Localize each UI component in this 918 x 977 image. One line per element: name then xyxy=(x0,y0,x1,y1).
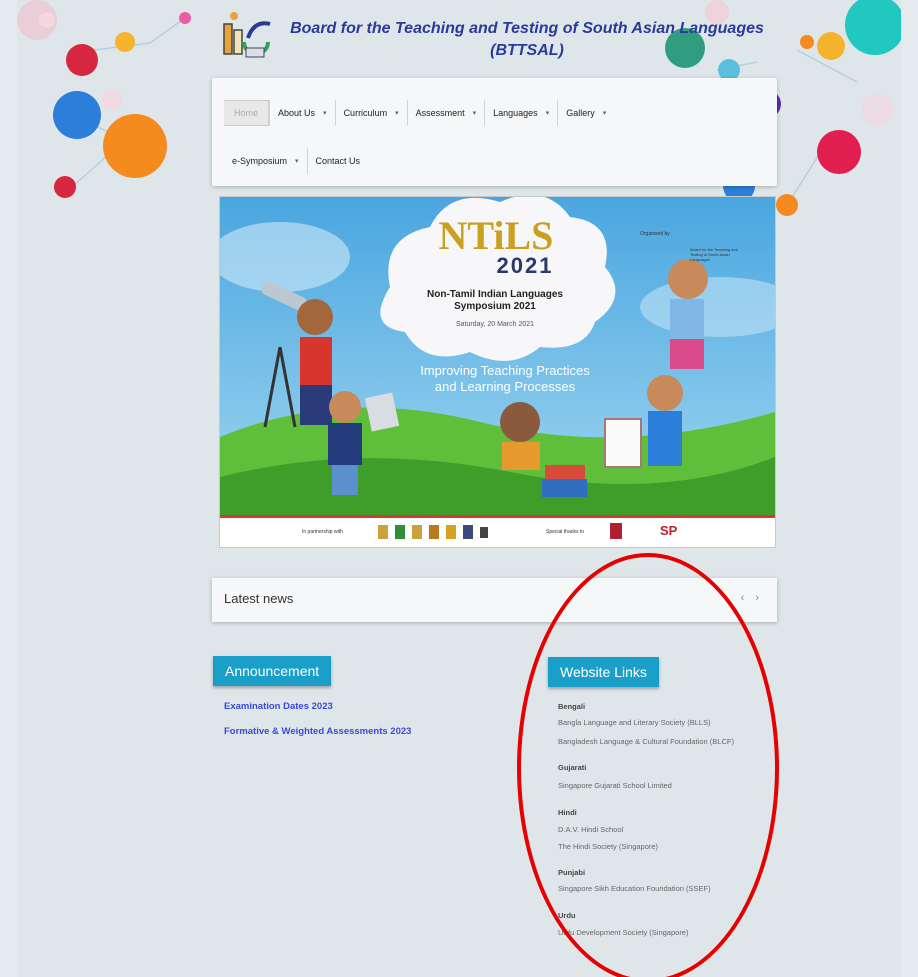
nav-label: About Us xyxy=(278,108,316,118)
site-title: Board for the Teaching and Testing of So… xyxy=(287,18,767,62)
nav-label: Languages xyxy=(493,108,538,118)
nav-row-2: e-Symposium ▾ Contact Us xyxy=(224,148,368,174)
nav-label: Curriculum xyxy=(343,108,388,118)
announcement-link[interactable]: Examination Dates 2023 xyxy=(224,701,333,712)
chevron-down-icon: ▾ xyxy=(295,158,299,165)
site-title-line2: (BTTSAL) xyxy=(490,42,564,59)
nav-contact-us[interactable]: Contact Us xyxy=(306,148,369,174)
chevron-down-icon: ▾ xyxy=(395,110,399,117)
nav-home-label: Home xyxy=(234,108,259,118)
banner-in-partnership: In partnership with xyxy=(302,529,343,535)
banner-logo-text: NTiLS xyxy=(438,213,554,258)
announcement-heading: Announcement xyxy=(213,656,332,686)
nav-home[interactable]: Home xyxy=(224,100,270,126)
announcement-link[interactable]: Formative & Weighted Assessments 2023 xyxy=(224,726,411,737)
chevron-down-icon: ▾ xyxy=(472,110,477,117)
chevron-down-icon: ▾ xyxy=(323,110,327,117)
banner-year: 2021 xyxy=(496,253,554,278)
banner-partner-sp: SP xyxy=(660,523,678,538)
banner-organised-by: Organised by xyxy=(640,231,670,237)
banner-subtitle: Non-Tamil Indian Languages Symposium 202… xyxy=(427,289,563,312)
page: Board for the Teaching and Testing of So… xyxy=(17,0,901,977)
nav-about-us[interactable]: About Us ▾ xyxy=(269,100,335,126)
main-navbar: Home About Us ▾ Curriculum ▾ Assessment ▾ L… xyxy=(212,78,777,186)
banner-date: Saturday, 20 March 2021 xyxy=(455,321,535,328)
nav-label: Assessment xyxy=(415,108,465,118)
highlight-oval-annotation xyxy=(517,553,779,977)
news-carousel-arrows-icon[interactable]: ‹ › xyxy=(741,592,763,604)
latest-news-title: Latest news xyxy=(224,591,294,606)
site-title-line1: Board for the Teaching and Testing of So… xyxy=(290,20,764,37)
nav-e-symposium[interactable]: e-Symposium ▾ xyxy=(224,148,307,174)
chevron-down-icon: ▾ xyxy=(602,110,607,117)
chevron-down-icon: ▾ xyxy=(545,110,550,117)
ntils-banner[interactable]: NTiLS 2021 Non-Tamil Indian Languages Sy… xyxy=(219,196,776,548)
nav-gallery[interactable]: Gallery ▾ xyxy=(557,100,614,126)
nav-row-1: Home About Us ▾ Curriculum ▾ Assessment ▾ L… xyxy=(224,100,614,126)
nav-label: Contact Us xyxy=(315,156,361,166)
banner-tagline: Improving Teaching Practices and Learnin… xyxy=(390,363,620,395)
nav-label: Gallery xyxy=(566,108,595,118)
nav-languages[interactable]: Languages ▾ xyxy=(484,100,557,126)
nav-assessment[interactable]: Assessment ▾ xyxy=(406,100,485,126)
nav-curriculum[interactable]: Curriculum ▾ xyxy=(334,100,407,126)
bttsal-logo[interactable] xyxy=(222,8,282,60)
banner-tagline-1: Improving Teaching Practices xyxy=(420,363,590,378)
banner-tagline-2: and Learning Processes xyxy=(434,379,576,394)
banner-org-name: Board for the Teaching and Testing of So… xyxy=(690,247,738,262)
nav-label: e-Symposium xyxy=(232,156,288,166)
banner-special-thanks: Special thanks to xyxy=(546,529,585,535)
